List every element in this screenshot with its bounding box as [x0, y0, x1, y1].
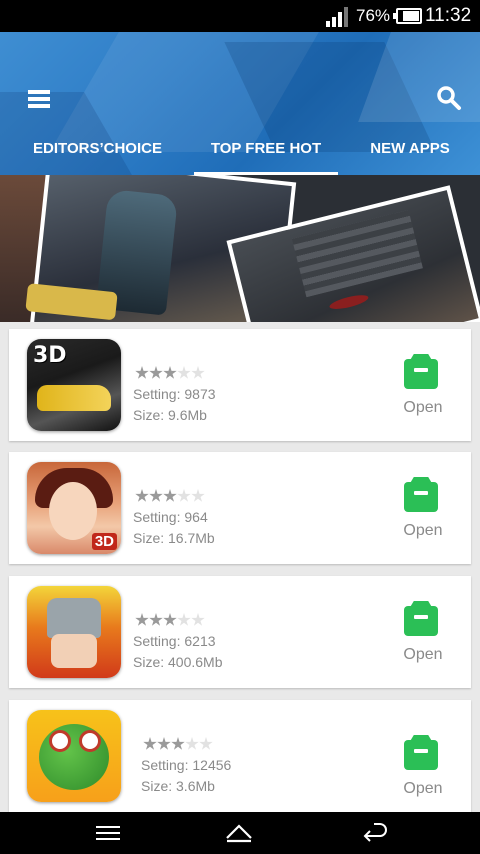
- app-settings-count: Setting: 12456: [141, 757, 232, 773]
- signal-icon: [326, 7, 348, 27]
- battery-icon: [393, 8, 422, 24]
- warrior-princess-3d-icon: 3D: [27, 462, 121, 554]
- featured-banner[interactable]: [0, 175, 480, 322]
- clock: 11:32: [425, 5, 472, 26]
- tab-bar: EDITORS’CHOICE TOP FREE HOT NEW APPS: [0, 128, 480, 175]
- system-nav-bar: [0, 812, 480, 854]
- frog-glasses-icon: [27, 710, 121, 802]
- tab-label: TOP FREE HOT: [210, 140, 322, 157]
- knight-helmet-icon: [27, 586, 121, 678]
- open-box-icon: [404, 359, 438, 389]
- app-card[interactable]: Setting: 12456 Size: 3.6Mb Open: [9, 700, 471, 812]
- app-card[interactable]: Setting: 6213 Size: 400.6Mb Open: [9, 576, 471, 688]
- open-button[interactable]: Open: [393, 734, 453, 804]
- app-size: Size: 400.6Mb: [133, 654, 223, 670]
- hamburger-menu-icon[interactable]: [28, 88, 52, 110]
- search-icon[interactable]: [436, 85, 462, 111]
- open-box-icon: [404, 606, 438, 636]
- tab-top-free-hot[interactable]: TOP FREE HOT: [194, 128, 338, 175]
- open-label: Open: [403, 522, 443, 539]
- tab-label: EDITORS’CHOICE: [33, 140, 162, 157]
- app-card[interactable]: 3D Setting: 964 Size: 16.7Mb Open: [9, 452, 471, 564]
- open-button[interactable]: Open: [393, 353, 453, 423]
- open-box-icon: [404, 740, 438, 770]
- open-label: Open: [403, 399, 443, 416]
- open-label: Open: [403, 646, 443, 663]
- open-button[interactable]: Open: [393, 600, 453, 670]
- app-size: Size: 9.6Mb: [133, 407, 207, 423]
- home-icon[interactable]: [224, 820, 254, 846]
- battery-percent: 76%: [356, 6, 391, 25]
- menu-icon[interactable]: [93, 820, 123, 846]
- back-icon[interactable]: [360, 820, 390, 846]
- header: EDITORS’CHOICE TOP FREE HOT NEW APPS: [0, 32, 480, 175]
- open-box-icon: [404, 482, 438, 512]
- tab-label: NEW APPS: [370, 140, 450, 157]
- status-bar: 76% 11:32: [0, 0, 480, 32]
- app-list: 3D Setting: 9873 Size: 9.6Mb Open 3D Set…: [0, 322, 480, 812]
- open-button[interactable]: Open: [393, 476, 453, 546]
- open-label: Open: [403, 780, 443, 797]
- app-settings-count: Setting: 9873: [133, 386, 216, 402]
- tab-new-apps[interactable]: NEW APPS: [360, 128, 460, 175]
- app-card[interactable]: 3D Setting: 9873 Size: 9.6Mb Open: [9, 329, 471, 441]
- app-size: Size: 3.6Mb: [141, 778, 215, 794]
- app-settings-count: Setting: 6213: [133, 633, 216, 649]
- app-size: Size: 16.7Mb: [133, 530, 215, 546]
- tab-editors-choice[interactable]: EDITORS’CHOICE: [20, 128, 175, 175]
- racing-car-3d-icon: 3D: [27, 339, 121, 431]
- app-settings-count: Setting: 964: [133, 509, 208, 525]
